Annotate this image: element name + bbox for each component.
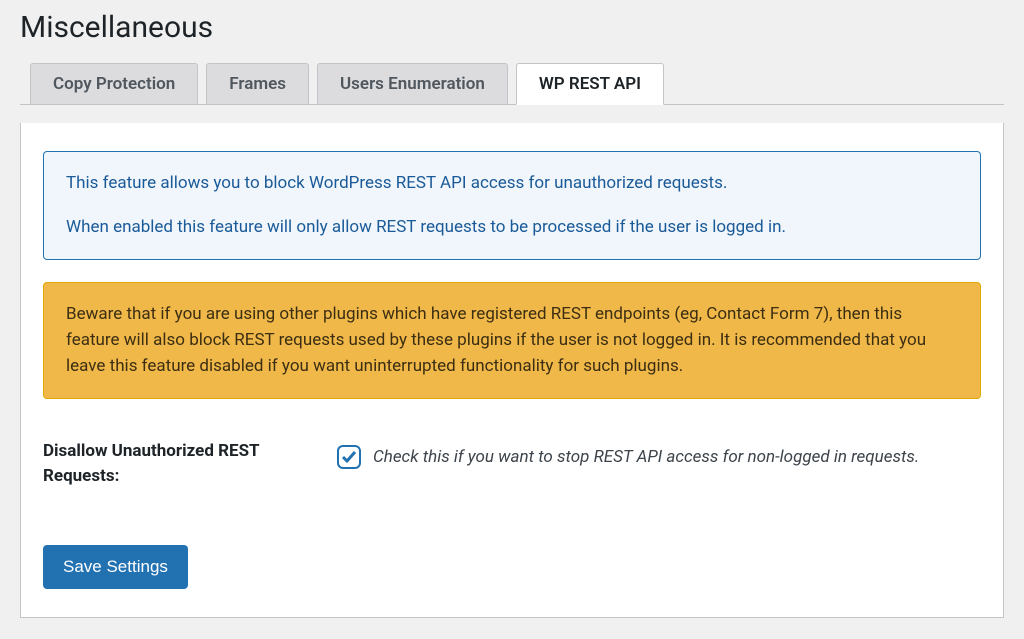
settings-page: Miscellaneous Copy Protection Frames Use… xyxy=(0,0,1024,638)
setting-control: Check this if you want to stop REST API … xyxy=(337,439,919,469)
info-line-2: When enabled this feature will only allo… xyxy=(66,214,958,240)
info-notice: This feature allows you to block WordPre… xyxy=(43,151,981,260)
setting-disallow-rest: Disallow Unauthorized REST Requests: Che… xyxy=(43,439,981,490)
disallow-rest-checkbox[interactable] xyxy=(337,445,361,469)
check-icon xyxy=(341,449,357,465)
tab-bar: Copy Protection Frames Users Enumeration… xyxy=(20,63,1004,105)
tab-users-enumeration[interactable]: Users Enumeration xyxy=(317,63,508,105)
page-title: Miscellaneous xyxy=(20,10,1004,45)
panel-content: This feature allows you to block WordPre… xyxy=(21,123,1003,617)
warning-notice: Beware that if you are using other plugi… xyxy=(43,282,981,399)
info-line-1: This feature allows you to block WordPre… xyxy=(66,170,958,196)
checkbox-description: Check this if you want to stop REST API … xyxy=(373,447,919,467)
setting-label: Disallow Unauthorized REST Requests: xyxy=(43,439,303,490)
tab-copy-protection[interactable]: Copy Protection xyxy=(30,63,198,105)
panel-wrapper: This feature allows you to block WordPre… xyxy=(20,123,1004,618)
tab-wp-rest-api[interactable]: WP REST API xyxy=(516,63,664,105)
save-settings-button[interactable]: Save Settings xyxy=(43,545,188,589)
tab-frames[interactable]: Frames xyxy=(206,63,309,105)
